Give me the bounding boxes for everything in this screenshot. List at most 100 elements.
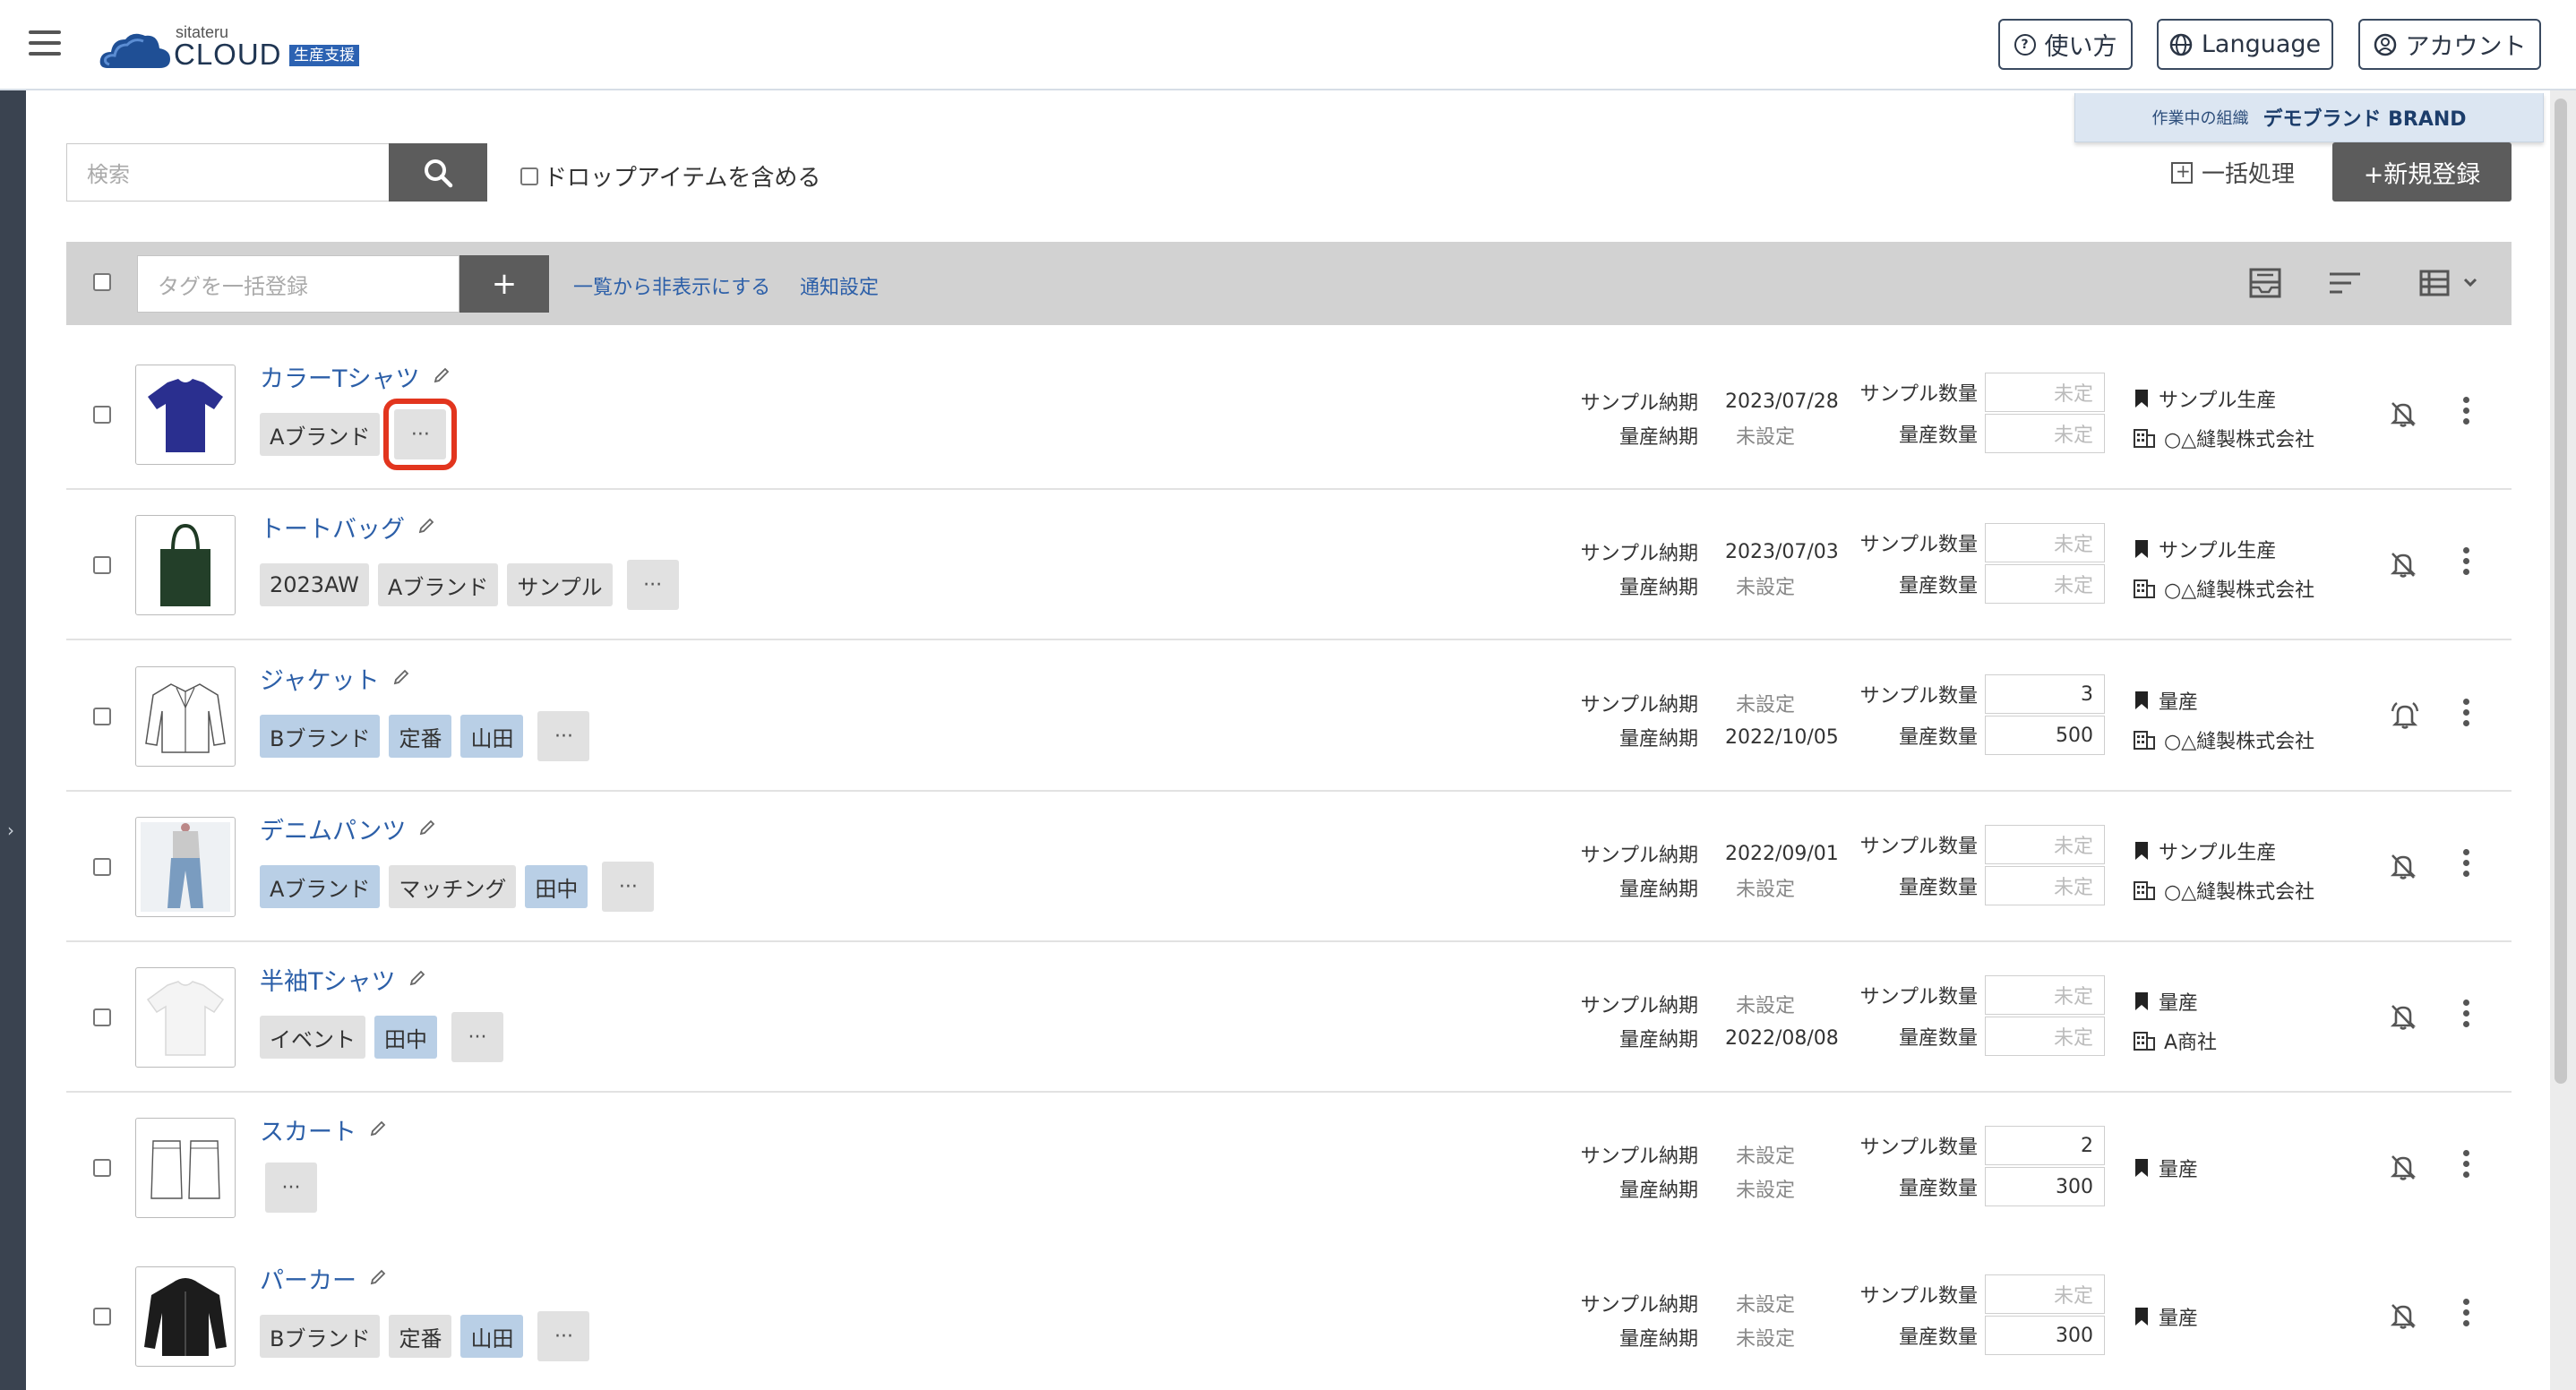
bell-off-icon[interactable]: [2388, 549, 2418, 583]
add-tag-button[interactable]: +: [459, 255, 549, 313]
skirt-sketch-icon[interactable]: [135, 1118, 236, 1218]
mass-qty-field[interactable]: 300: [1985, 1167, 2105, 1206]
pencil-icon[interactable]: [369, 1116, 387, 1144]
product-name-link[interactable]: トートバッグ: [260, 510, 435, 545]
view-mode-dropdown-icon[interactable]: [2418, 267, 2483, 299]
more-tags-button[interactable]: ···: [537, 711, 590, 761]
pencil-icon[interactable]: [433, 363, 451, 390]
list-item[interactable]: スカート ··· サンプル納期 未設定 量産納期 未設定 サンプル数量 2 量産数量 3…: [66, 1093, 2512, 1243]
tag[interactable]: 定番: [389, 715, 452, 758]
mass-qty-field[interactable]: 未定: [1985, 414, 2105, 453]
row-checkbox[interactable]: [93, 1159, 111, 1177]
more-vertical-icon[interactable]: [2463, 1299, 2472, 1331]
search-button[interactable]: [389, 143, 487, 202]
tag[interactable]: Aブランド: [260, 413, 381, 456]
list-item[interactable]: カラーTシャツ Aブランド ··· サンプル納期 2023/07/28 量産納期未…: [66, 339, 2512, 490]
checkbox[interactable]: [520, 167, 538, 185]
product-name-link[interactable]: デニムパンツ: [260, 811, 436, 846]
tag[interactable]: Bブランド: [260, 715, 381, 758]
more-tags-button[interactable]: ···: [265, 1163, 317, 1213]
row-checkbox[interactable]: [93, 406, 111, 424]
sample-qty-field[interactable]: 未定: [1985, 373, 2105, 412]
notification-settings-link[interactable]: 通知設定: [800, 271, 879, 300]
bell-off-icon[interactable]: [2388, 1001, 2418, 1035]
tag[interactable]: サンプル: [507, 563, 613, 606]
bell-off-icon[interactable]: [2388, 1300, 2418, 1334]
tag[interactable]: 田中: [525, 865, 588, 908]
new-register-button[interactable]: +新規登録: [2332, 142, 2512, 202]
pencil-icon[interactable]: [392, 665, 410, 692]
list-item[interactable]: ジャケット Bブランド 定番 山田 ··· サンプル納期 未設定 量産納期 2022/1…: [66, 641, 2512, 792]
hoodie-black-icon[interactable]: [135, 1266, 236, 1367]
sample-qty-field[interactable]: 未定: [1985, 975, 2105, 1015]
tag[interactable]: 2023AW: [260, 563, 369, 606]
bulk-tag-input[interactable]: タグを一括登録: [137, 255, 459, 313]
sample-qty-field[interactable]: 2: [1985, 1126, 2105, 1165]
mass-qty-field[interactable]: 未定: [1985, 866, 2105, 905]
more-tags-button[interactable]: ···: [383, 399, 458, 470]
tag[interactable]: マッチング: [389, 865, 517, 908]
more-vertical-icon[interactable]: [2463, 397, 2472, 429]
include-drop-items-checkbox[interactable]: ドロップアイテムを含める: [520, 159, 820, 193]
tshirt-white-icon[interactable]: [135, 967, 236, 1068]
search-input[interactable]: 検索: [66, 143, 389, 202]
tag[interactable]: Aブランド: [260, 865, 381, 908]
sample-qty-field[interactable]: 未定: [1985, 523, 2105, 562]
tote-bag-icon[interactable]: [135, 515, 236, 615]
select-all-checkbox[interactable]: [93, 273, 111, 291]
row-checkbox[interactable]: [93, 1308, 111, 1326]
more-vertical-icon[interactable]: [2463, 1000, 2472, 1032]
list-item[interactable]: トートバッグ 2023AW Aブランド サンプル ··· サンプル納期 2023/07…: [66, 490, 2512, 640]
mass-qty-field[interactable]: 未定: [1985, 564, 2105, 604]
row-checkbox[interactable]: [93, 708, 111, 725]
product-name-link[interactable]: スカート: [260, 1112, 387, 1147]
list-item[interactable]: 半袖Tシャツ イベント 田中 ··· サンプル納期 未設定 量産納期 2022/08/…: [66, 942, 2512, 1093]
tag[interactable]: 山田: [460, 715, 524, 758]
more-vertical-icon[interactable]: [2463, 849, 2472, 881]
more-vertical-icon[interactable]: [2463, 1150, 2472, 1182]
product-name-link[interactable]: カラーTシャツ: [260, 359, 451, 394]
product-name-link[interactable]: ジャケット: [260, 661, 410, 696]
tag[interactable]: 定番: [389, 1315, 452, 1358]
more-vertical-icon[interactable]: [2463, 547, 2472, 579]
tshirt-navy-icon[interactable]: [135, 365, 236, 465]
more-tags-button[interactable]: ···: [537, 1311, 590, 1361]
bell-off-icon[interactable]: [2388, 399, 2418, 433]
bell-icon[interactable]: [2388, 700, 2422, 734]
sample-qty-field[interactable]: 未定: [1985, 825, 2105, 864]
pencil-icon[interactable]: [408, 965, 426, 993]
mass-qty-field[interactable]: 300: [1985, 1316, 2105, 1355]
more-tags-button[interactable]: ···: [626, 560, 679, 610]
pencil-icon[interactable]: [369, 1265, 387, 1292]
tag[interactable]: Bブランド: [260, 1315, 381, 1358]
tag[interactable]: 山田: [460, 1315, 524, 1358]
product-name-link[interactable]: パーカー: [260, 1261, 387, 1296]
tag[interactable]: Aブランド: [377, 563, 499, 606]
sidebar-collapsed[interactable]: ›: [0, 90, 26, 1390]
list-item[interactable]: デニムパンツ Aブランド マッチング 田中 ··· サンプル納期 2022/09/01…: [66, 792, 2512, 942]
row-checkbox[interactable]: [93, 858, 111, 876]
product-name-link[interactable]: 半袖Tシャツ: [260, 962, 426, 997]
denim-pants-icon[interactable]: [135, 817, 236, 917]
language-button[interactable]: Language: [2157, 19, 2333, 70]
more-tags-button[interactable]: ···: [451, 1012, 503, 1062]
mass-qty-field[interactable]: 未定: [1985, 1017, 2105, 1056]
inbox-icon[interactable]: [2248, 267, 2282, 299]
logo[interactable]: sitateru CLOUD 生産支援: [99, 20, 376, 73]
pencil-icon[interactable]: [418, 815, 436, 843]
pencil-icon[interactable]: [417, 513, 435, 541]
bell-off-icon[interactable]: [2388, 1152, 2418, 1186]
current-organization[interactable]: 作業中の組織 デモブランド BRAND: [2074, 93, 2544, 142]
mass-qty-field[interactable]: 500: [1985, 716, 2105, 755]
jacket-sketch-icon[interactable]: [135, 666, 236, 767]
chevron-right-icon[interactable]: ›: [7, 819, 14, 841]
sample-qty-field[interactable]: 未定: [1985, 1274, 2105, 1314]
more-tags-button[interactable]: ···: [602, 862, 655, 912]
bell-off-icon[interactable]: [2388, 851, 2418, 885]
sort-icon[interactable]: [2327, 267, 2363, 299]
bulk-process-button[interactable]: 一括処理: [2171, 156, 2295, 189]
row-checkbox[interactable]: [93, 556, 111, 574]
list-item[interactable]: パーカー Bブランド 定番 山田 ··· サンプル納期 未設定 量産納期 未設定 サンプ…: [66, 1241, 2512, 1390]
account-button[interactable]: アカウント: [2358, 19, 2541, 70]
tag[interactable]: 田中: [374, 1016, 437, 1059]
